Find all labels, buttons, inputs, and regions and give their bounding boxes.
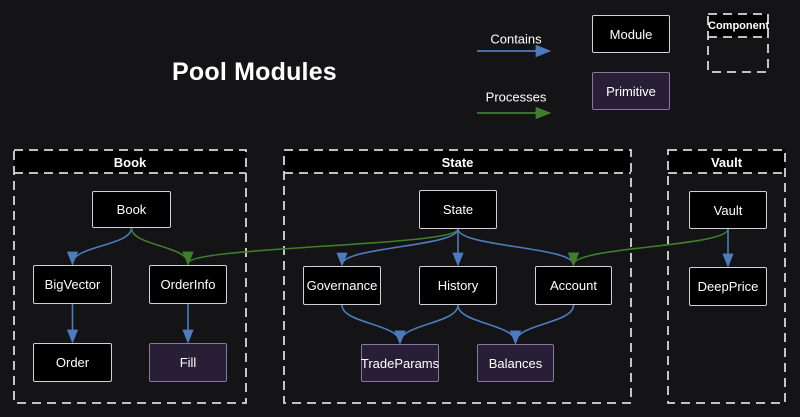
node-balances: Balances	[477, 344, 554, 382]
node-deepprice: DeepPrice	[689, 267, 767, 306]
node-bigvector: BigVector	[33, 265, 112, 304]
node-primitive-sample: Primitive	[592, 72, 670, 110]
node-tradeparams: TradeParams	[361, 344, 439, 382]
node-state-node: State	[419, 190, 497, 229]
node-history: History	[419, 266, 497, 305]
node-fill: Fill	[149, 343, 227, 382]
pool-modules-diagram: Pool Modules BookStateVaultComponentBook…	[0, 0, 800, 417]
container-book-title: Book	[14, 156, 246, 169]
node-vault-node: Vault	[689, 191, 767, 229]
container-state-title: State	[284, 156, 631, 169]
legend-contains-label: Contains	[490, 33, 541, 46]
container-component-sample-title: Component	[708, 21, 768, 32]
node-order: Order	[33, 343, 112, 382]
diagram-node-layer: Book State Vault Component Book BigVector Orde…	[0, 0, 800, 417]
node-account: Account	[535, 266, 612, 305]
container-vault-title: Vault	[668, 156, 785, 169]
node-module-sample: Module	[592, 15, 670, 53]
node-orderinfo: OrderInfo	[149, 265, 227, 304]
node-governance: Governance	[303, 266, 381, 305]
node-book-node: Book	[92, 191, 171, 228]
legend-processes-label: Processes	[486, 91, 547, 104]
